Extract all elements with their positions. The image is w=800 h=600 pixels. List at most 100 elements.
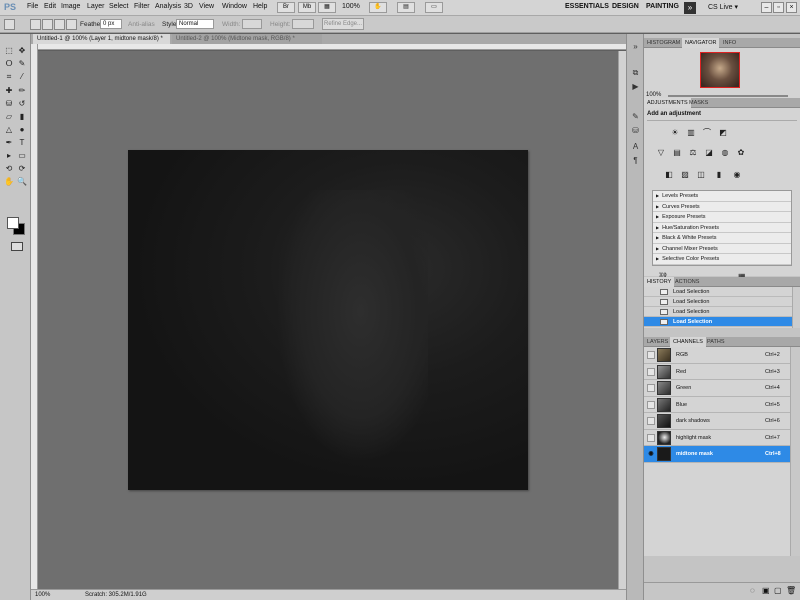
channel-row-rgb[interactable]: RGB Ctrl+2	[644, 347, 790, 364]
channel-mixer-icon[interactable]: ✿	[736, 148, 746, 158]
zoom-level[interactable]: 100%	[342, 3, 360, 10]
menu-image[interactable]: Image	[61, 3, 80, 10]
3d-rotate-tool-icon[interactable]: ⟲	[4, 164, 14, 174]
levels-icon[interactable]: ▥	[686, 128, 696, 138]
character-panel-icon[interactable]: A	[630, 142, 641, 152]
antialias-label[interactable]: Anti-alias	[128, 21, 155, 28]
new-channel-icon[interactable]: ▢	[774, 586, 782, 595]
eraser-tool-icon[interactable]: ▱	[4, 112, 14, 122]
history-brush-tool-icon[interactable]: ↺	[17, 99, 27, 109]
visibility-eye-icon[interactable]	[647, 367, 655, 376]
tab-channels[interactable]: CHANNELS	[670, 337, 706, 347]
invert-icon[interactable]: ◧	[664, 170, 674, 180]
minibridge-button[interactable]: Mb	[298, 2, 316, 13]
crop-tool-icon[interactable]: ⌗	[4, 72, 14, 82]
preset-levels[interactable]: Levels Presets	[653, 191, 791, 202]
navigator-zoom-slider[interactable]	[668, 95, 788, 97]
hue-saturation-icon[interactable]: ▤	[672, 148, 682, 158]
tab-actions[interactable]: ACTIONS	[672, 277, 702, 287]
new-selection-icon[interactable]	[30, 19, 41, 30]
feather-input[interactable]: 0 px	[100, 19, 122, 29]
preset-curves[interactable]: Curves Presets	[653, 202, 791, 212]
workspace-essentials[interactable]: ESSENTIALS	[565, 3, 609, 10]
channel-row-midtone-mask[interactable]: ◉ midtone mask Ctrl+8	[644, 446, 790, 463]
subtract-selection-icon[interactable]	[54, 19, 65, 30]
history-scrollbar[interactable]	[792, 287, 800, 328]
hand-tool-icon[interactable]: ✋	[4, 177, 14, 187]
healing-brush-tool-icon[interactable]: ✚	[4, 86, 14, 96]
restore-button[interactable]: ▫	[773, 2, 784, 13]
gradient-tool-icon[interactable]: ▮	[17, 112, 27, 122]
menu-layer[interactable]: Layer	[87, 3, 105, 10]
menu-window[interactable]: Window	[222, 3, 247, 10]
workspace-painting[interactable]: PAINTING	[646, 3, 679, 10]
dodge-tool-icon[interactable]: ●	[17, 125, 27, 135]
cs-live-menu[interactable]: CS Live ▾	[708, 3, 738, 11]
refine-edge-button[interactable]: Refine Edge...	[322, 18, 364, 30]
style-select[interactable]: Normal	[176, 19, 214, 29]
history-item-selected[interactable]: Load Selection	[644, 317, 792, 327]
width-input[interactable]	[242, 19, 262, 29]
shape-tool-icon[interactable]: ▭	[17, 151, 27, 161]
menu-view[interactable]: View	[199, 3, 214, 10]
load-channel-selection-icon[interactable]: ◌	[750, 586, 755, 595]
channel-row-red[interactable]: Red Ctrl+3	[644, 364, 790, 380]
intersect-selection-icon[interactable]	[66, 19, 77, 30]
brush-tool-icon[interactable]: ✏	[17, 86, 27, 96]
tab-paths[interactable]: PATHS	[704, 337, 728, 347]
screen-mode-button[interactable]: ▭	[425, 2, 443, 13]
marquee-tool-icon[interactable]: ⬚	[4, 46, 14, 56]
tab-masks[interactable]: MASKS	[686, 98, 711, 108]
more-workspaces-button[interactable]: »	[684, 2, 696, 14]
clone-source-panel-icon[interactable]: ⛁	[630, 126, 641, 136]
menu-analysis[interactable]: Analysis	[155, 3, 181, 10]
close-button[interactable]: ×	[786, 2, 797, 13]
save-selection-channel-icon[interactable]: ▣	[762, 586, 770, 595]
navigator-thumbnail[interactable]	[700, 52, 740, 88]
status-zoom[interactable]: 100%	[35, 590, 50, 600]
posterize-icon[interactable]: ▨	[680, 170, 690, 180]
channel-row-highlight-mask[interactable]: highlight mask Ctrl+7	[644, 430, 790, 446]
delete-channel-icon[interactable]: 🗑	[786, 586, 796, 595]
black-white-icon[interactable]: ◪	[704, 148, 714, 158]
document-tab-untitled-1[interactable]: Untitled-1 @ 100% (Layer 1, midtone mask…	[33, 34, 170, 44]
history-panel-icon[interactable]: ⧉	[630, 68, 641, 78]
path-select-tool-icon[interactable]: ▸	[4, 151, 14, 161]
preset-channel-mixer[interactable]: Channel Mixer Presets	[653, 244, 791, 254]
photo-filter-icon[interactable]: ◍	[720, 148, 730, 158]
clone-stamp-tool-icon[interactable]: ⛁	[4, 99, 14, 109]
preset-selective-color[interactable]: Selective Color Presets	[653, 254, 791, 265]
paragraph-panel-icon[interactable]: ¶	[630, 156, 641, 166]
gradient-map-icon[interactable]: ▮	[714, 170, 724, 180]
collapse-panels-icon[interactable]: »	[630, 42, 641, 52]
channel-row-dark-shadows[interactable]: dark shadows Ctrl+6	[644, 413, 790, 430]
blur-tool-icon[interactable]: △	[4, 125, 14, 135]
tab-history[interactable]: HISTORY	[644, 277, 675, 287]
marquee-preset-icon[interactable]	[4, 19, 15, 30]
tab-histogram[interactable]: HISTOGRAM	[644, 38, 683, 48]
eyedropper-tool-icon[interactable]: ⁄	[17, 72, 27, 82]
bridge-button[interactable]: Br	[277, 2, 295, 13]
move-tool-icon[interactable]: ✥	[17, 46, 27, 56]
visibility-eye-icon[interactable]	[647, 400, 655, 409]
visibility-eye-icon[interactable]: ◉	[647, 450, 655, 458]
actions-panel-icon[interactable]: ▶	[630, 82, 641, 92]
threshold-icon[interactable]: ◫	[696, 170, 706, 180]
visibility-eye-icon[interactable]	[647, 433, 655, 442]
channel-row-green[interactable]: Green Ctrl+4	[644, 380, 790, 397]
channels-scrollbar[interactable]	[790, 347, 800, 556]
arrange-documents-button[interactable]: ▤	[397, 2, 415, 13]
brightness-contrast-icon[interactable]: ☀	[670, 128, 680, 138]
visibility-eye-icon[interactable]	[647, 417, 655, 425]
curves-icon[interactable]: ⌒	[702, 128, 712, 138]
quick-mask-icon[interactable]	[11, 242, 23, 251]
hand-tool-button[interactable]: ✋	[369, 2, 387, 13]
menu-help[interactable]: Help	[253, 3, 267, 10]
pen-tool-icon[interactable]: ✒	[4, 138, 14, 148]
exposure-icon[interactable]: ◩	[718, 128, 728, 138]
color-balance-icon[interactable]: ⚖	[688, 148, 698, 158]
menu-select[interactable]: Select	[109, 3, 128, 10]
tab-info[interactable]: INFO	[720, 38, 739, 48]
document-image[interactable]	[128, 150, 528, 490]
visibility-eye-icon[interactable]	[647, 351, 655, 359]
